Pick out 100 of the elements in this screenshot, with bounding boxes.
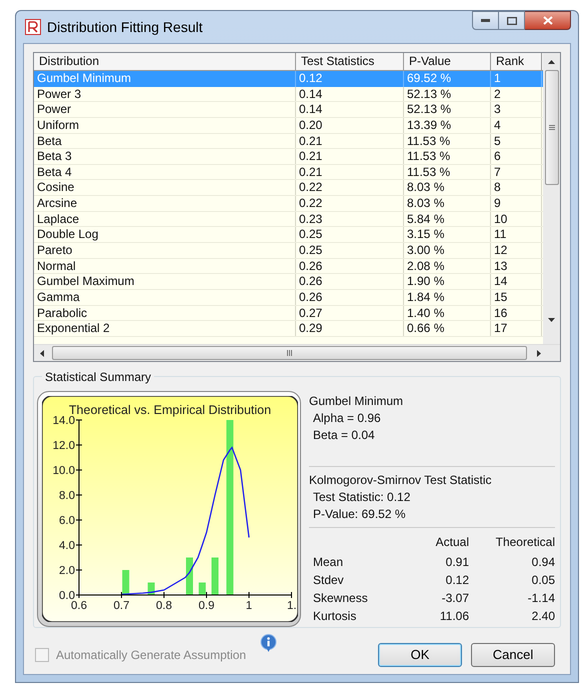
info-icon[interactable] [260, 634, 278, 652]
table-row[interactable]: Laplace 0.23 5.84 % 10 [34, 212, 543, 228]
column-header[interactable]: Test Statistics [296, 53, 404, 70]
table-row[interactable]: Gumbel Maximum 0.26 1.90 % 14 [34, 274, 543, 290]
cancel-button[interactable]: Cancel [471, 643, 555, 667]
table-row[interactable]: Normal 0.26 2.08 % 13 [34, 258, 543, 274]
checkbox-label: Automatically Generate Assumption [56, 647, 246, 664]
table-cell: 0.26 [296, 274, 404, 289]
table-cell: 0.22 [296, 180, 404, 196]
distribution-name: Gumbel Minimum [309, 393, 404, 410]
histogram-bar [212, 558, 218, 595]
table-cell: 0.21 [296, 134, 404, 148]
table-cell: 5.84 % [404, 212, 491, 226]
column-header: Theoretical [494, 534, 555, 551]
table-cell: 0.21 [296, 164, 404, 180]
table-cell: Arcsine [34, 196, 296, 211]
vertical-scrollbar[interactable] [543, 53, 560, 344]
x-tick-label: 1. [287, 600, 297, 612]
column-header[interactable]: Distribution [34, 53, 296, 70]
table-cell: 8.03 % [404, 180, 491, 196]
actual-value: 0.91 [444, 554, 469, 571]
window-title: Distribution Fitting Result [47, 18, 203, 37]
x-tick-label: 0.9 [198, 600, 214, 612]
scroll-left-icon [40, 350, 44, 356]
table-row[interactable]: Uniform 0.20 13.39 % 4 [34, 118, 543, 134]
maximize-icon [506, 16, 516, 24]
table-cell: 0.25 [296, 243, 404, 258]
table-row[interactable]: Power 0.14 52.13 % 3 [34, 102, 543, 118]
y-tick-label: 8.0 [59, 490, 75, 502]
y-tick-label: 4.0 [59, 540, 75, 552]
chart-title: Theoretical vs. Empirical Distribution [68, 403, 272, 417]
horizontal-scrollbar[interactable] [34, 344, 560, 361]
table-row[interactable]: Exponential 2 0.29 0.66 % 17 [34, 321, 543, 337]
table-cell: 1 [491, 71, 542, 87]
grip-icon [287, 350, 292, 356]
table-cell: 0.21 [296, 149, 404, 164]
y-tick-label: 0.0 [59, 590, 75, 602]
scroll-thumb[interactable] [52, 346, 527, 360]
x-tick-label: 0.8 [156, 600, 172, 612]
table-cell: 0.23 [296, 212, 404, 226]
table-row[interactable]: Beta 3 0.21 11.53 % 6 [34, 149, 543, 165]
x-tick-label: 1 [246, 600, 252, 612]
table-cell: 52.13 % [404, 86, 491, 102]
table-cell: Normal [34, 258, 296, 274]
table-cell: 14 [491, 274, 542, 289]
table-row[interactable]: Power 3 0.14 52.13 % 2 [34, 86, 543, 102]
table-cell: 1.90 % [404, 274, 491, 289]
close-icon [542, 16, 552, 25]
maximize-button[interactable] [499, 11, 525, 30]
table-cell: 4 [491, 118, 542, 133]
actual-value: 0.12 [444, 572, 469, 589]
column-header[interactable]: P-Value [404, 53, 491, 70]
table-cell: Laplace [34, 212, 296, 226]
column-header[interactable]: Rank [491, 53, 542, 70]
table-row[interactable]: Beta 4 0.21 11.53 % 7 [34, 164, 543, 180]
table-cell: 52.13 % [404, 102, 491, 117]
x-tick-label: 0.6 [71, 600, 87, 612]
table-cell: 16 [491, 306, 542, 320]
table-cell: 5 [491, 134, 542, 148]
table-cell: Uniform [34, 118, 296, 133]
grip-icon [548, 125, 554, 130]
y-tick-label: 2.0 [59, 565, 75, 577]
table-cell: Gumbel Minimum [34, 71, 296, 87]
table-cell: Power 3 [34, 86, 296, 102]
table-row[interactable]: Beta 0.21 11.53 % 5 [34, 134, 543, 150]
theoretical-value: 0.94 [530, 554, 555, 571]
table-cell: Gamma [34, 290, 296, 305]
table-row[interactable]: Cosine 0.22 8.03 % 8 [34, 180, 543, 196]
table-row[interactable]: Double Log 0.25 3.15 % 11 [34, 227, 543, 244]
ok-button[interactable]: OK [378, 643, 462, 667]
table-cell: 0.12 [296, 71, 404, 87]
scroll-thumb[interactable] [544, 70, 558, 185]
table-cell: Parabolic [34, 306, 296, 320]
minimize-button[interactable] [472, 11, 499, 30]
theoretical-value: 0.05 [530, 572, 555, 589]
table-cell: 0.20 [296, 118, 404, 133]
table-cell: 0.14 [296, 86, 404, 102]
close-button[interactable] [525, 11, 571, 30]
table-cell: 9 [491, 196, 542, 211]
statistic-label: Stdev [312, 572, 345, 589]
table-cell: 1.84 % [404, 290, 491, 305]
statistic-label: Kurtosis [312, 608, 358, 625]
column-header: Actual [434, 534, 469, 551]
table-cell: 15 [491, 290, 542, 305]
table-cell: 11.53 % [404, 149, 491, 164]
table-cell: 1.40 % [404, 306, 491, 320]
table-cell: 0.27 [296, 306, 404, 320]
table-cell: Pareto [34, 243, 296, 258]
table-row[interactable]: Arcsine 0.22 8.03 % 9 [34, 196, 543, 212]
table-cell: Gumbel Maximum [34, 274, 296, 289]
app-logo-icon [25, 19, 41, 35]
table-cell: Beta 4 [34, 164, 296, 180]
table-row[interactable]: Gamma 0.26 1.84 % 15 [34, 290, 543, 306]
table-cell: 0.14 [296, 102, 404, 117]
table-cell: 69.52 % [404, 71, 491, 87]
table-cell: 13.39 % [404, 118, 491, 133]
actual-value: -3.07 [440, 590, 469, 607]
table-row[interactable]: Parabolic 0.27 1.40 % 16 [34, 306, 543, 322]
table-cell: 0.22 [296, 196, 404, 211]
table-row[interactable]: Pareto 0.25 3.00 % 12 [34, 243, 543, 259]
